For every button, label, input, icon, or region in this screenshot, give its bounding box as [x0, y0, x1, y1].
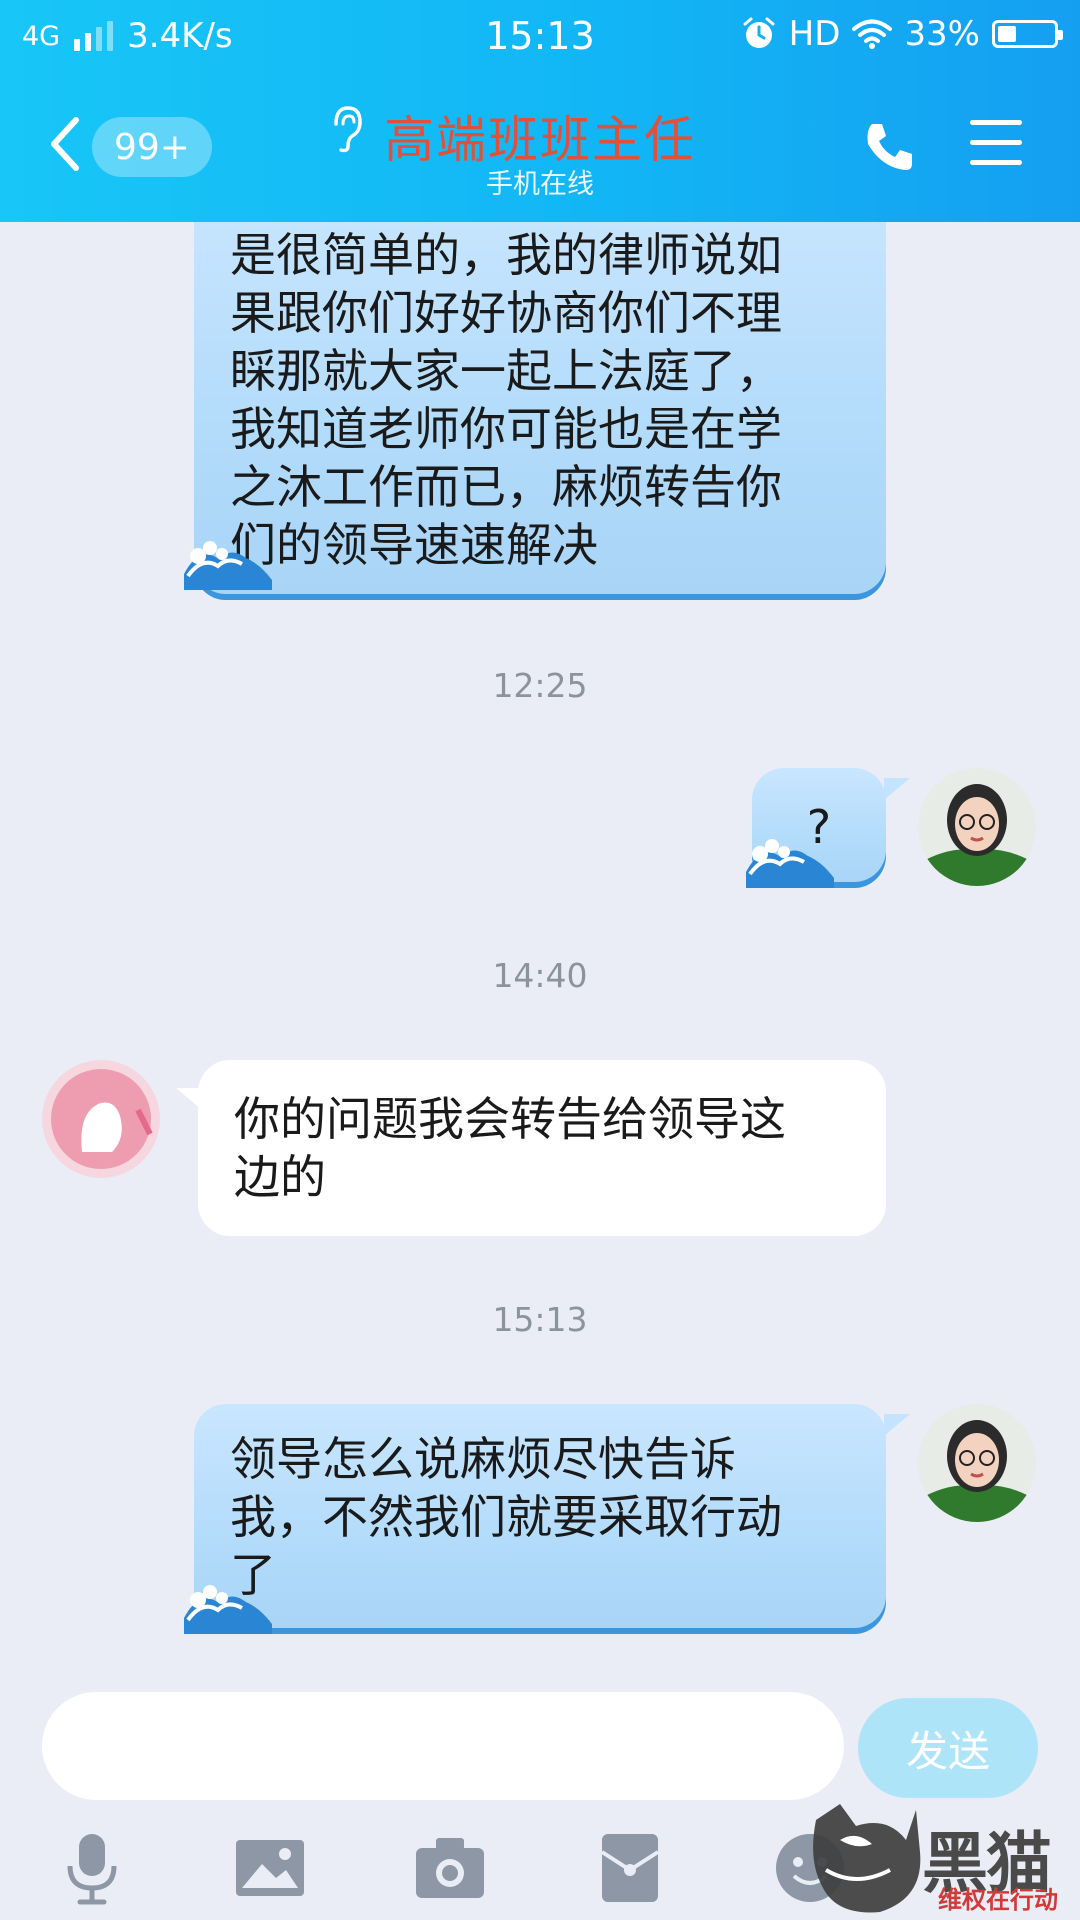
- message-text: 睬那就大家一起上法庭了，: [230, 344, 782, 398]
- chat-header: 4G 3.4K/s 15:13 HD 33% 99+ 高端班班主任 手机在线: [0, 0, 1080, 222]
- bubble-tail: [176, 1088, 202, 1110]
- red-packet-icon[interactable]: [590, 1828, 670, 1908]
- bubble-tail: [884, 1414, 910, 1436]
- hd-indicator: HD: [788, 14, 841, 54]
- timestamp: 12:25: [492, 666, 588, 705]
- contact-status: 手机在线: [486, 169, 594, 200]
- camera-icon[interactable]: [410, 1828, 490, 1908]
- image-icon[interactable]: [230, 1828, 310, 1908]
- message-bubble-received[interactable]: 你的问题我会转告给领导这 边的: [198, 1060, 886, 1236]
- message-text: 领导怎么说麻烦尽快告诉: [230, 1432, 736, 1486]
- menu-icon[interactable]: [970, 120, 1022, 168]
- timestamp: 15:13: [492, 1300, 588, 1339]
- my-avatar[interactable]: [918, 768, 1036, 886]
- message-text: 我知道老师你可能也是在学: [230, 402, 782, 456]
- timestamp: 14:40: [492, 956, 588, 995]
- message-input[interactable]: [42, 1692, 844, 1800]
- message-text: 我，不然我们就要采取行动: [230, 1490, 782, 1544]
- microphone-icon[interactable]: [52, 1828, 132, 1908]
- message-bubble-sent[interactable]: 领导怎么说麻烦尽快告诉 我，不然我们就要采取行动 了: [194, 1404, 886, 1634]
- message-bubble-sent[interactable]: 是很简单的，我的律师说如 果跟你们好好协商你们不理 睬那就大家一起上法庭了， 我…: [194, 222, 886, 600]
- battery-percent: 33%: [904, 14, 980, 54]
- wave-decoration-icon: [184, 541, 272, 590]
- message-text: 们的领导速速解决: [230, 518, 598, 572]
- battery-icon: [992, 20, 1063, 48]
- message-text: 你的问题我会转告给领导这: [234, 1092, 786, 1146]
- phone-call-icon[interactable]: [862, 120, 916, 174]
- message-text: 了: [230, 1548, 276, 1602]
- send-button[interactable]: 发送: [858, 1698, 1038, 1798]
- watermark-tagline: 维权在行动: [938, 1886, 1058, 1914]
- wave-decoration-icon: [746, 839, 834, 888]
- message-text: 边的: [234, 1150, 326, 1204]
- wave-decoration-icon: [184, 1585, 272, 1634]
- wifi-icon: [852, 19, 893, 49]
- avatar-photo-icon: [918, 768, 1036, 886]
- message-list[interactable]: 是很简单的，我的律师说如 果跟你们好好协商你们不理 睬那就大家一起上法庭了， 我…: [0, 222, 1080, 1682]
- avatar-photo-icon: [918, 1404, 1036, 1522]
- bubble-tail: [884, 778, 910, 800]
- message-text: 是很简单的，我的律师说如: [230, 228, 782, 282]
- message-text: 果跟你们好好协商你们不理: [230, 286, 782, 340]
- contact-avatar[interactable]: [42, 1060, 160, 1178]
- my-avatar[interactable]: [918, 1404, 1036, 1522]
- status-bar: 4G 3.4K/s 15:13 HD 33%: [0, 0, 1080, 76]
- message-text: 之沐工作而已，麻烦转告你: [230, 460, 782, 514]
- alarm-icon: [743, 17, 775, 48]
- contact-avatar-icon: [42, 1060, 160, 1178]
